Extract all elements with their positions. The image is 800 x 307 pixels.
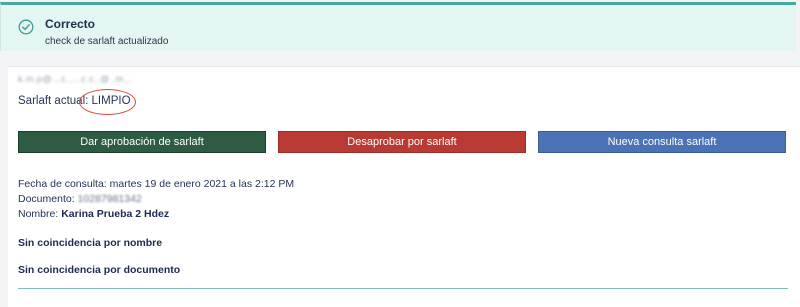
success-toast: Correcto check de sarlaft actualizado	[0, 2, 796, 51]
query-date-value: martes 19 de enero 2021 a las 2:12 PM	[109, 178, 295, 190]
query-date-label: Fecha de consulta:	[18, 178, 107, 190]
no-match-name: Sin coincidencia por nombre	[18, 237, 163, 249]
document-label: Documento:	[18, 193, 75, 205]
no-match-document: Sin coincidencia por documento	[18, 264, 181, 276]
status-label: Sarlaft actual:	[18, 95, 89, 107]
toast-title: Correcto	[45, 17, 96, 31]
sarlaft-card: k.m.p@...c.....c.c..@..m... Sarlaft actu…	[8, 66, 800, 307]
redacted-email: k.m.p@...c.....c.c..@..m...	[18, 74, 133, 84]
new-sarlaft-query-button[interactable]: Nueva consulta sarlaft	[538, 131, 786, 153]
name-label: Nombre:	[18, 208, 59, 220]
document-value: 10287981342	[77, 193, 142, 205]
query-date: Fecha de consulta: martes 19 de enero 20…	[18, 178, 294, 190]
reject-sarlaft-button[interactable]: Desaprobar por sarlaft	[278, 131, 526, 153]
client-name: Nombre: Karina Prueba 2 Hdez	[18, 208, 169, 220]
divider	[18, 288, 788, 289]
document: Documento: 10287981342	[18, 193, 142, 205]
name-value: Karina Prueba 2 Hdez	[61, 208, 170, 220]
approve-sarlaft-button[interactable]: Dar aprobación de sarlaft	[18, 131, 266, 153]
check-circle-icon	[18, 19, 34, 35]
toast-message: check de sarlaft actualizado	[45, 36, 169, 47]
status-highlight-circle	[79, 89, 136, 115]
